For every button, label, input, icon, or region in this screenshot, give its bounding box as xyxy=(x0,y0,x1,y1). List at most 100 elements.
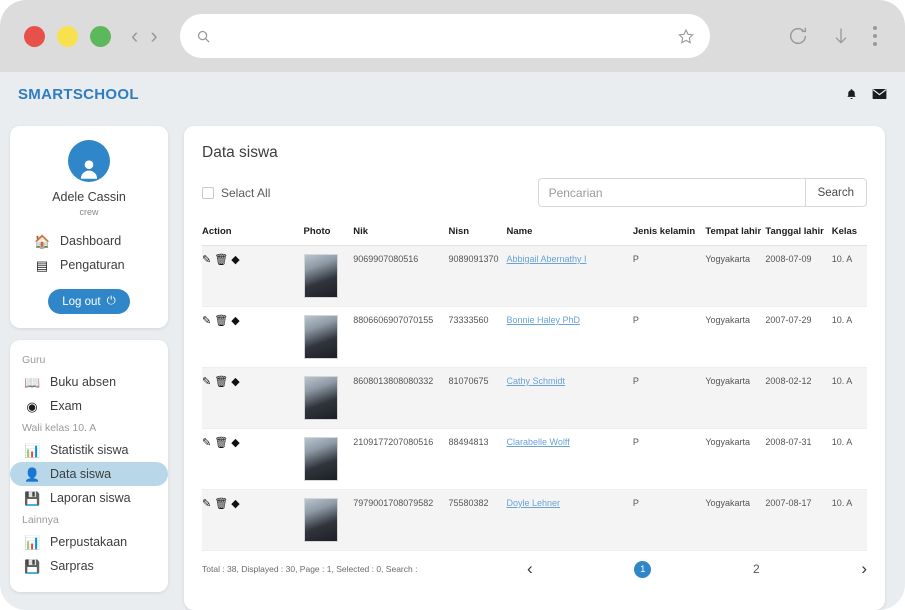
toggle-icon: ◉ xyxy=(26,398,38,414)
student-photo[interactable] xyxy=(303,376,338,420)
sidebar-item-buku-absen[interactable]: 📖 Buku absen xyxy=(10,370,168,394)
cell-nisn: 9089091370 xyxy=(448,245,507,307)
column-photo[interactable]: Photo xyxy=(303,221,354,246)
select-all-control[interactable]: Selact All xyxy=(202,186,270,200)
download-arrow-icon[interactable] xyxy=(831,25,851,47)
app-screen: ‹ › SMARTSCHOOL Adele Cassin crew 🏠 Dash… xyxy=(0,0,905,610)
browser-url-bar[interactable] xyxy=(179,14,710,58)
browser-actions xyxy=(787,25,877,47)
forward-button[interactable]: › xyxy=(150,25,157,47)
pagination-page-2[interactable]: 2 xyxy=(753,562,760,576)
window-minimize-button[interactable] xyxy=(57,25,78,47)
pencil-icon[interactable]: ✎ xyxy=(202,377,211,388)
profile-card: Adele Cassin crew 🏠 Dashboard ▤ Pengatur… xyxy=(10,126,168,328)
cell-name: Abbigail Abernathy I xyxy=(506,245,633,307)
star-icon[interactable] xyxy=(677,28,694,44)
window-maximize-button[interactable] xyxy=(90,25,111,47)
table-summary: Total : 38, Displayed : 30, Page : 1, Se… xyxy=(202,564,418,574)
column-nisn[interactable]: Nisn xyxy=(448,221,507,246)
column-kelas[interactable]: Kelas xyxy=(831,221,867,246)
cell-tanggal-lahir: 2007-08-17 xyxy=(765,489,832,551)
cell-kelas: 10. A xyxy=(831,428,867,490)
sidebar-item-pengaturan[interactable]: ▤ Pengaturan xyxy=(20,253,158,277)
shapes-icon[interactable]: ◆ xyxy=(231,499,239,510)
trash-icon[interactable]: 🗑 xyxy=(214,316,228,327)
sidebar-item-data-siswa[interactable]: 👤 Data siswa xyxy=(10,462,168,486)
student-name-link[interactable]: Clarabelle Wolff xyxy=(507,437,570,447)
window-close-button[interactable] xyxy=(24,25,45,47)
power-icon: ⏻ xyxy=(106,295,116,307)
pencil-icon[interactable]: ✎ xyxy=(202,499,211,510)
trash-icon[interactable]: 🗑 xyxy=(214,377,228,388)
logout-button[interactable]: Log out ⏻ xyxy=(48,289,130,314)
url-input[interactable] xyxy=(220,28,668,44)
sidebar-group-label: Wali kelas 10. A xyxy=(22,422,97,434)
cell-tanggal-lahir: 2008-07-31 xyxy=(765,428,832,490)
student-name-link[interactable]: Cathy Schmidt xyxy=(507,376,566,386)
pencil-icon[interactable]: ✎ xyxy=(202,316,211,327)
pagination-prev[interactable]: ‹ xyxy=(527,559,533,579)
sidebar-group-label: Lainnya xyxy=(22,514,59,526)
sidebar-item-statistik-siswa[interactable]: 📊 Statistik siswa xyxy=(10,438,168,462)
sidebar-item-laporan-siswa[interactable]: 💾 Laporan siswa xyxy=(10,486,168,510)
shapes-icon[interactable]: ◆ xyxy=(231,316,239,327)
shapes-icon[interactable]: ◆ xyxy=(231,255,239,266)
pencil-icon[interactable]: ✎ xyxy=(202,255,211,266)
kebab-menu-icon[interactable] xyxy=(873,26,877,46)
browser-navigation: ‹ › xyxy=(131,25,158,47)
trash-icon[interactable]: 🗑 xyxy=(214,499,228,510)
student-photo[interactable] xyxy=(303,498,338,542)
book-icon: 📖 xyxy=(24,374,41,390)
cell-tempat-lahir: Yogyakarta xyxy=(705,428,766,490)
cell-nik: 9069907080516 xyxy=(353,245,449,307)
bar-chart-icon: 📊 xyxy=(24,442,41,458)
select-all-checkbox[interactable] xyxy=(202,186,214,199)
column-name[interactable]: Name xyxy=(506,221,633,246)
student-photo[interactable] xyxy=(303,254,338,298)
pencil-icon[interactable]: ✎ xyxy=(202,438,211,449)
sidebar-item-label: Dashboard xyxy=(60,234,122,248)
cell-tanggal-lahir: 2007-07-29 xyxy=(765,306,832,368)
sidebar-group-label: Guru xyxy=(22,354,46,366)
search-button[interactable]: Search xyxy=(804,178,867,207)
trash-icon[interactable]: 🗑 xyxy=(214,438,228,449)
pagination-next[interactable]: › xyxy=(861,559,867,579)
sidebar-item-label: Buku absen xyxy=(50,375,117,389)
table-toolbar: Selact All Search xyxy=(202,178,867,207)
sidebar-item-exam[interactable]: ◉ Exam xyxy=(10,394,168,418)
student-name-link[interactable]: Bonnie Haley PhD xyxy=(507,315,581,325)
student-name-link[interactable]: Doyle Lehner xyxy=(507,498,561,508)
sidebar-item-perpustakaan[interactable]: 📊 Perpustakaan xyxy=(10,530,168,554)
sidebar-item-dashboard[interactable]: 🏠 Dashboard xyxy=(20,229,158,253)
shapes-icon[interactable]: ◆ xyxy=(231,377,239,388)
student-name-link[interactable]: Abbigail Abernathy I xyxy=(507,254,587,264)
cell-jenis-kelamin: P xyxy=(632,306,706,368)
column-nik[interactable]: Nik xyxy=(353,221,449,246)
shapes-icon[interactable]: ◆ xyxy=(231,438,239,449)
search-input[interactable] xyxy=(537,178,805,207)
column-tanggal-lahir[interactable]: Tanggal lahir xyxy=(765,221,832,246)
brand-logo[interactable]: SMARTSCHOOL xyxy=(18,86,139,103)
cell-jenis-kelamin: P xyxy=(632,367,706,429)
table-footer: Total : 38, Displayed : 30, Page : 1, Se… xyxy=(202,551,867,579)
cell-name: Doyle Lehner xyxy=(506,489,633,551)
bell-icon[interactable] xyxy=(845,88,858,101)
column-jenis-kelamin[interactable]: Jenis kelamin xyxy=(632,221,706,246)
sidebar-item-sarpras[interactable]: 💾 Sarpras xyxy=(10,554,168,578)
sidebar-item-label: Statistik siswa xyxy=(50,443,129,457)
student-photo[interactable] xyxy=(303,437,338,481)
cell-name: Bonnie Haley PhD xyxy=(506,306,633,368)
pagination-page-1[interactable]: 1 xyxy=(634,560,652,578)
column-action[interactable]: Action xyxy=(202,221,304,246)
cell-nik: 8806606907070155 xyxy=(353,306,449,368)
profile-menu: 🏠 Dashboard ▤ Pengaturan xyxy=(20,229,158,277)
back-button[interactable]: ‹ xyxy=(131,25,138,47)
envelope-icon[interactable] xyxy=(872,88,887,100)
user-name: Adele Cassin xyxy=(52,190,126,204)
trash-icon[interactable]: 🗑 xyxy=(214,255,228,266)
home-icon: 🏠 xyxy=(34,233,51,249)
reload-icon[interactable] xyxy=(787,25,809,47)
cell-name: Cathy Schmidt xyxy=(506,367,633,429)
student-photo[interactable] xyxy=(303,315,338,359)
column-tempat-lahir[interactable]: Tempat lahir xyxy=(705,221,766,246)
